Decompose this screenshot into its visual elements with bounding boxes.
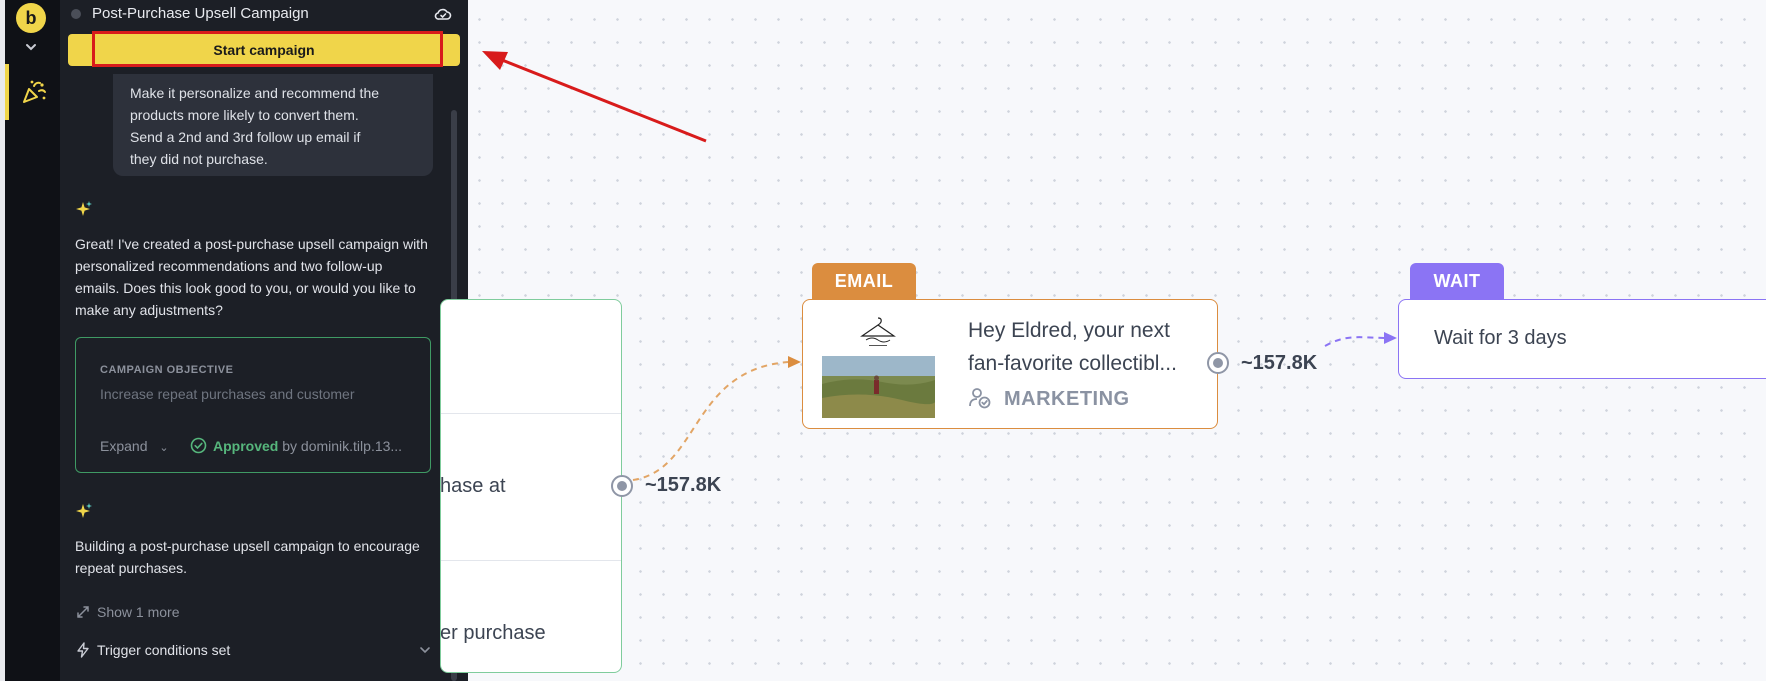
- connector-trigger-to-email: [632, 361, 789, 481]
- user-message-line: they did not purchase.: [130, 151, 268, 167]
- wait-node-tab: WAIT: [1410, 263, 1504, 300]
- check-circle-icon: [190, 437, 207, 454]
- email-subject-line: Hey Eldred, your next: [968, 319, 1170, 342]
- connector-arrow-wait: [1384, 332, 1397, 344]
- trigger-conditions-row[interactable]: Trigger conditions set: [75, 642, 431, 664]
- rail-active-indicator: [5, 64, 9, 120]
- ai-sparkle-icon: [76, 201, 92, 216]
- show-more-label: Show 1 more: [97, 604, 180, 620]
- campaign-objective-card: CAMPAIGN OBJECTIVE Increase repeat purch…: [75, 337, 431, 473]
- wait-duration-text: Wait for 3 days: [1434, 327, 1567, 349]
- expand-arrows-icon: [77, 606, 89, 618]
- user-message-line: products more likely to convert them.: [130, 107, 359, 123]
- campaign-party-icon[interactable]: [20, 78, 48, 106]
- node-divider: [441, 560, 621, 561]
- user-message-bubble: Make it personalize and recommend the pr…: [113, 60, 433, 176]
- email-subject-line: fan-favorite collectibl...: [968, 352, 1177, 375]
- chevron-down-icon[interactable]: [24, 40, 38, 54]
- user-check-icon: [969, 388, 991, 409]
- email-node-tab: EMAIL: [812, 263, 916, 300]
- trigger-row-text: hase at: [440, 475, 506, 497]
- objective-label: CAMPAIGN OBJECTIVE: [100, 364, 234, 376]
- ai-chat-panel: Make it personalize and recommend the pr…: [60, 0, 468, 681]
- approved-label: Approved: [213, 438, 279, 454]
- user-message-line: Send a 2nd and 3rd follow up email if: [130, 129, 361, 145]
- annotation-highlight-box: [92, 31, 443, 67]
- expand-button[interactable]: Expand ⌄: [100, 438, 169, 454]
- email-type-label: MARKETING: [1004, 388, 1130, 410]
- lightning-icon: [77, 642, 89, 658]
- campaign-title: Post-Purchase Upsell Campaign: [92, 5, 309, 22]
- node-output-handle[interactable]: [1207, 352, 1229, 374]
- panel-header: Post-Purchase Upsell Campaign Start camp…: [60, 0, 468, 74]
- user-message-line: Make it personalize and recommend the: [130, 85, 380, 101]
- email-preview-thumbnail: [822, 310, 935, 418]
- app-rail: b: [0, 0, 60, 681]
- approved-by: by dominik.tilp.13...: [282, 438, 403, 454]
- annotation-arrow-line: [496, 56, 707, 143]
- audience-count: ~157.8K: [1241, 352, 1318, 374]
- trigger-row-text: er purchase: [440, 622, 546, 644]
- show-more-button[interactable]: Show 1 more: [75, 604, 179, 620]
- expand-label: Expand: [100, 438, 148, 454]
- approval-status: Approved by dominik.tilp.13...: [213, 438, 402, 454]
- email-node[interactable]: Hey Eldred, your next fan-favorite colle…: [802, 299, 1218, 429]
- objective-fade: [77, 410, 429, 432]
- app-logo[interactable]: b: [16, 3, 46, 33]
- objective-text: Increase repeat purchases and customer: [100, 386, 355, 402]
- ai-message: Building a post-purchase upsell campaign…: [75, 538, 420, 576]
- audience-count: ~157.8K: [645, 474, 722, 496]
- connector-arrow-email: [788, 356, 801, 368]
- node-output-handle[interactable]: [611, 475, 633, 497]
- annotation-arrow-head: [482, 51, 508, 70]
- status-dot: [71, 9, 81, 19]
- chevron-down-icon: ⌄: [159, 442, 169, 454]
- ai-message: Great! I've created a post-purchase upse…: [75, 236, 428, 318]
- connector-email-to-wait: [1324, 336, 1385, 347]
- node-divider: [441, 413, 621, 414]
- email-subject: Hey Eldred, your next fan-favorite colle…: [968, 314, 1203, 380]
- chevron-down-icon: [420, 647, 430, 654]
- ai-sparkle-icon: [76, 503, 92, 518]
- cloud-sync-icon[interactable]: [434, 5, 452, 23]
- trigger-conditions-label: Trigger conditions set: [97, 642, 231, 658]
- wait-node[interactable]: Wait for 3 days: [1398, 299, 1766, 379]
